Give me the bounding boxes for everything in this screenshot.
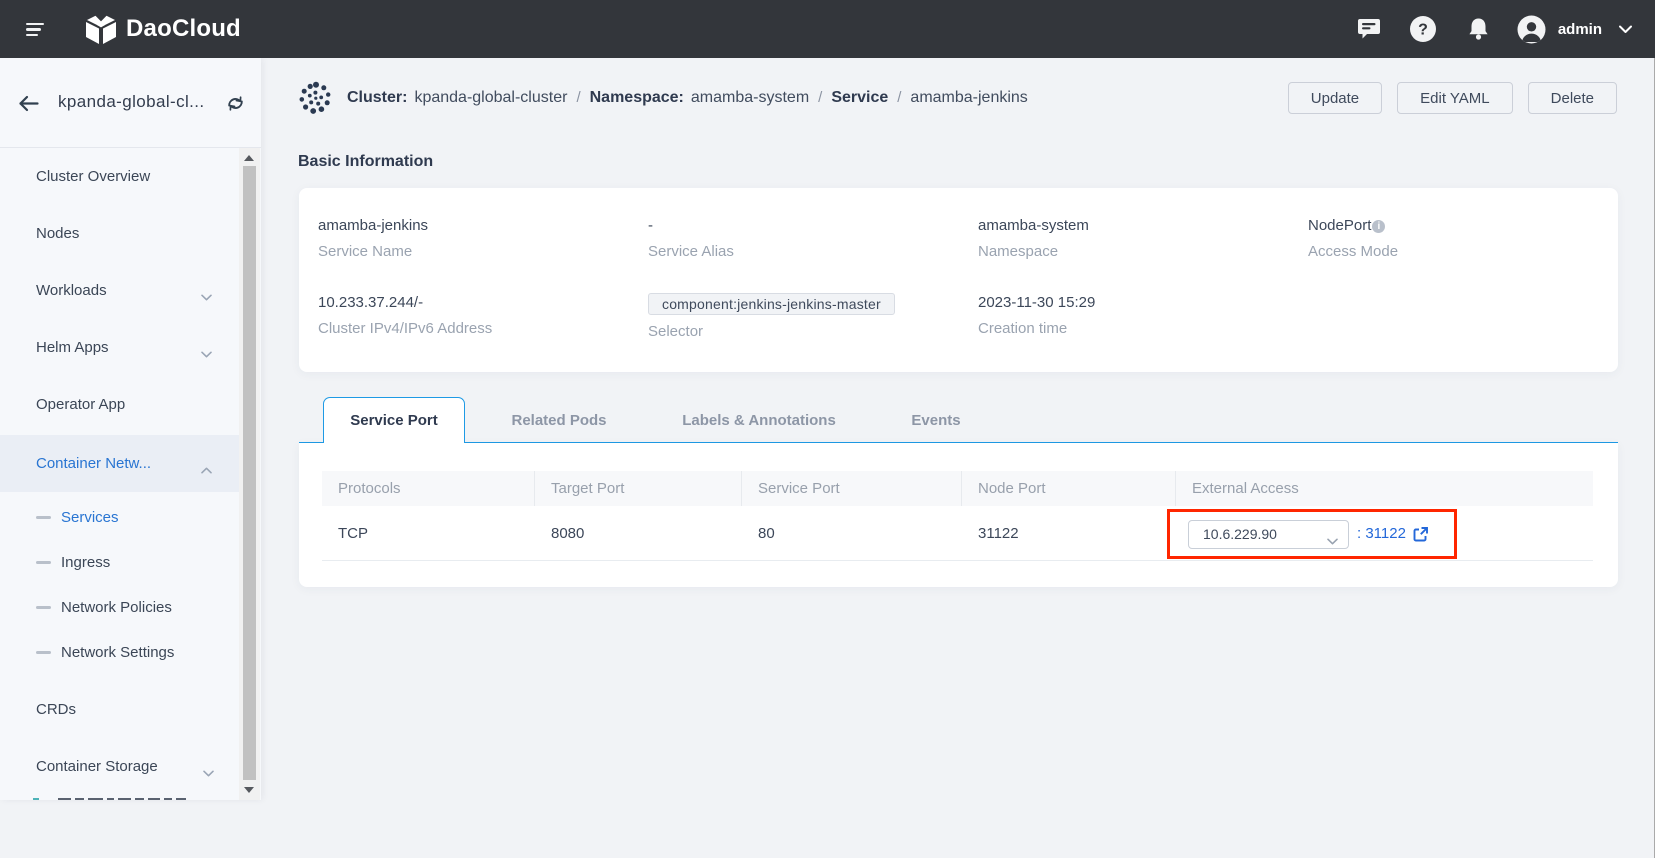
info-icon[interactable]: i bbox=[1372, 220, 1386, 233]
clipped-menu-item bbox=[0, 796, 239, 800]
breadcrumb-cluster-value[interactable]: kpanda-global-cluster bbox=[414, 89, 567, 107]
cell-target-port: 8080 bbox=[551, 525, 585, 542]
tab-service-port[interactable]: Service Port bbox=[323, 397, 465, 443]
sidebar-item-cluster-overview[interactable]: Cluster Overview bbox=[0, 148, 239, 205]
topbar: DaoCloud ? admin bbox=[0, 0, 1655, 58]
main-content: Cluster: kpanda-global-cluster / Namespa… bbox=[261, 58, 1655, 858]
field-cluster-ip: 10.233.37.244/- Cluster IPv4/IPv6 Addres… bbox=[318, 294, 493, 337]
user-chevron-down-icon[interactable] bbox=[1619, 25, 1632, 33]
breadcrumb-resource-type[interactable]: Service bbox=[831, 89, 888, 107]
sidebar-item-services[interactable]: Services bbox=[0, 495, 239, 540]
notifications-bell-icon[interactable] bbox=[1466, 17, 1491, 41]
delete-button[interactable]: Delete bbox=[1527, 82, 1617, 114]
sidebar-item-network-settings[interactable]: Network Settings bbox=[0, 630, 239, 675]
sidebar-item-helm-apps[interactable]: Helm Apps bbox=[0, 319, 239, 376]
brand-name: DaoCloud bbox=[126, 15, 241, 42]
chevron-up-icon bbox=[201, 461, 212, 478]
tab-labels-annotations[interactable]: Labels & Annotations bbox=[651, 397, 867, 443]
sidebar-item-workloads[interactable]: Workloads bbox=[0, 262, 239, 319]
basic-information-title: Basic Information bbox=[298, 153, 434, 170]
sidebar-scrollbar[interactable] bbox=[239, 148, 260, 800]
selector-tag: component:jenkins-jenkins-master bbox=[648, 293, 895, 315]
back-arrow-icon[interactable] bbox=[18, 95, 39, 117]
external-link-icon[interactable] bbox=[1412, 526, 1429, 543]
breadcrumb-cluster-key: Cluster: bbox=[347, 88, 408, 106]
sidebar-item-container-network[interactable]: Container Netw... bbox=[0, 435, 239, 492]
dash-icon bbox=[36, 560, 51, 565]
field-access-mode: NodePort i Access Mode bbox=[1308, 217, 1399, 260]
brand[interactable]: DaoCloud bbox=[84, 0, 241, 58]
chat-icon[interactable] bbox=[1357, 18, 1381, 40]
action-buttons: Update Edit YAML Delete bbox=[1287, 82, 1617, 114]
breadcrumb: Cluster: kpanda-global-cluster / Namespa… bbox=[298, 80, 1028, 115]
refresh-icon[interactable] bbox=[226, 95, 245, 117]
cluster-name[interactable]: kpanda-global-cl... bbox=[58, 92, 205, 112]
breadcrumb-namespace-value[interactable]: amamba-system bbox=[691, 89, 809, 107]
table-row: TCP 8080 80 31122 10.6.229.90 : 31122 bbox=[322, 506, 1593, 561]
external-port-link[interactable]: : 31122 bbox=[1357, 509, 1406, 559]
dash-icon bbox=[36, 605, 51, 610]
field-service-alias: - Service Alias bbox=[648, 217, 734, 260]
chevron-down-icon bbox=[201, 345, 212, 362]
sidebar-item-nodes[interactable]: Nodes bbox=[0, 205, 239, 262]
field-creation-time: 2023-11-30 15:29 Creation time bbox=[978, 294, 1096, 337]
field-service-name: amamba-jenkins Service Name bbox=[318, 217, 429, 260]
scroll-up-arrow[interactable] bbox=[244, 155, 254, 161]
update-button[interactable]: Update bbox=[1287, 82, 1383, 114]
table-header: Protocols Target Port Service Port Node … bbox=[322, 471, 1593, 506]
dash-icon bbox=[36, 650, 51, 655]
scrollbar-thumb[interactable] bbox=[243, 166, 256, 780]
sidebar: kpanda-global-cl... Cluster Overview Nod… bbox=[0, 58, 261, 800]
external-access-highlight: 10.6.229.90 : 31122 bbox=[1167, 509, 1457, 559]
dash-icon bbox=[36, 515, 51, 520]
tab-events[interactable]: Events bbox=[885, 397, 987, 443]
sidebar-item-ingress[interactable]: Ingress bbox=[0, 540, 239, 585]
edit-yaml-button[interactable]: Edit YAML bbox=[1397, 82, 1513, 114]
chevron-down-icon bbox=[203, 764, 214, 781]
help-icon[interactable]: ? bbox=[1409, 16, 1436, 42]
cell-protocol: TCP bbox=[338, 525, 368, 542]
avatar[interactable] bbox=[1517, 15, 1546, 44]
tab-related-pods[interactable]: Related Pods bbox=[481, 397, 637, 443]
sidebar-item-container-storage[interactable]: Container Storage bbox=[0, 738, 239, 795]
cell-node-port: 31122 bbox=[978, 525, 1019, 542]
sidebar-header: kpanda-global-cl... bbox=[0, 58, 261, 148]
cluster-dots-icon bbox=[298, 81, 334, 115]
basic-information-card: amamba-jenkins Service Name - Service Al… bbox=[299, 188, 1618, 372]
sidebar-item-operator-app[interactable]: Operator App bbox=[0, 376, 239, 433]
scroll-down-arrow[interactable] bbox=[244, 787, 254, 793]
menu-toggle-icon[interactable] bbox=[26, 23, 44, 36]
field-namespace: amamba-system Namespace bbox=[978, 217, 1089, 260]
external-ip-select[interactable]: 10.6.229.90 bbox=[1188, 519, 1349, 550]
svg-text:?: ? bbox=[1418, 22, 1428, 39]
sidebar-menu: Cluster Overview Nodes Workloads Helm Ap… bbox=[0, 148, 239, 795]
service-port-table: Protocols Target Port Service Port Node … bbox=[322, 471, 1593, 561]
select-chevron-down-icon bbox=[1327, 532, 1338, 550]
sidebar-item-crds[interactable]: CRDs bbox=[0, 681, 239, 738]
sidebar-item-network-policies[interactable]: Network Policies bbox=[0, 585, 239, 630]
daocloud-logo-icon bbox=[84, 12, 118, 46]
breadcrumb-namespace-key: Namespace: bbox=[589, 88, 684, 106]
cell-service-port: 80 bbox=[758, 525, 775, 542]
field-selector: component:jenkins-jenkins-master Selecto… bbox=[648, 293, 895, 342]
chevron-down-icon bbox=[201, 288, 212, 305]
service-port-card: Protocols Target Port Service Port Node … bbox=[299, 443, 1618, 587]
user-name[interactable]: admin bbox=[1558, 21, 1602, 38]
tab-bar: Service Port Related Pods Labels & Annot… bbox=[299, 397, 1618, 443]
breadcrumb-resource-name: amamba-jenkins bbox=[910, 88, 1028, 106]
